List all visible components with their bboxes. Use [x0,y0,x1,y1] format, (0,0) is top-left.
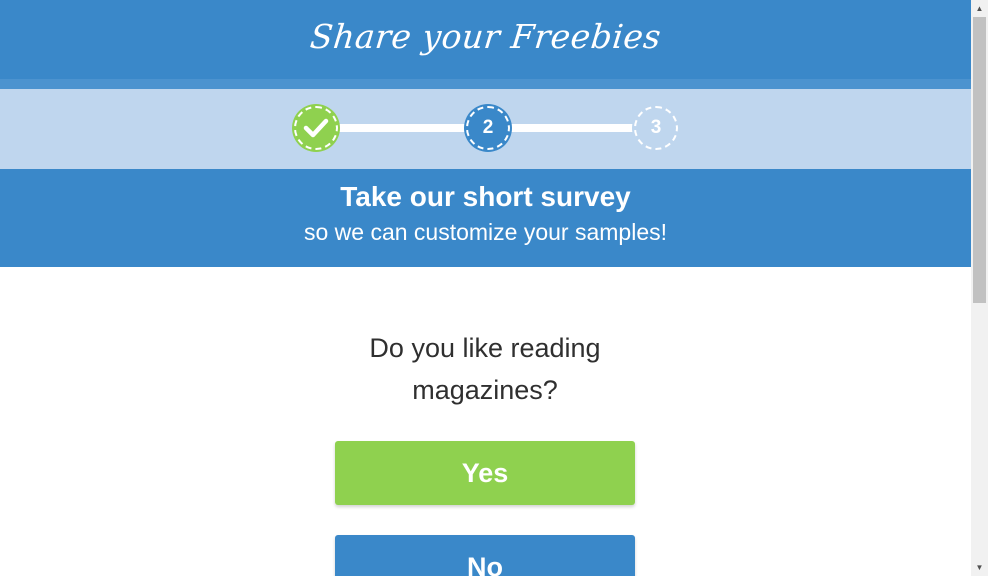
step-1-completed [292,104,340,152]
vertical-scrollbar[interactable]: ▲ ▼ [971,0,988,576]
progress-track-segment [510,124,634,132]
step-number: 2 [482,117,494,138]
survey-page: Share your Freebies 2 3 Take our short s… [0,0,971,576]
no-button[interactable]: No [335,535,635,576]
site-logo[interactable]: Share your Freebies [308,17,663,56]
survey-banner: Take our short survey so we can customiz… [0,169,971,267]
scrollbar-thumb[interactable] [973,17,986,303]
step-2-current: 2 [464,104,512,152]
site-header: Share your Freebies [0,0,971,79]
check-icon [303,118,329,138]
banner-subtitle: so we can customize your samples! [303,219,668,245]
step-3-upcoming: 3 [632,104,680,152]
progress-track-segment [338,124,466,132]
banner-title: Take our short survey [340,181,631,212]
step-number: 3 [650,117,662,138]
survey-question: Do you like reading magazines? [369,333,601,405]
scroll-down-arrow-icon[interactable]: ▼ [971,559,988,576]
yes-button[interactable]: Yes [335,441,635,505]
header-divider [0,79,971,89]
scroll-up-arrow-icon[interactable]: ▲ [971,0,988,17]
